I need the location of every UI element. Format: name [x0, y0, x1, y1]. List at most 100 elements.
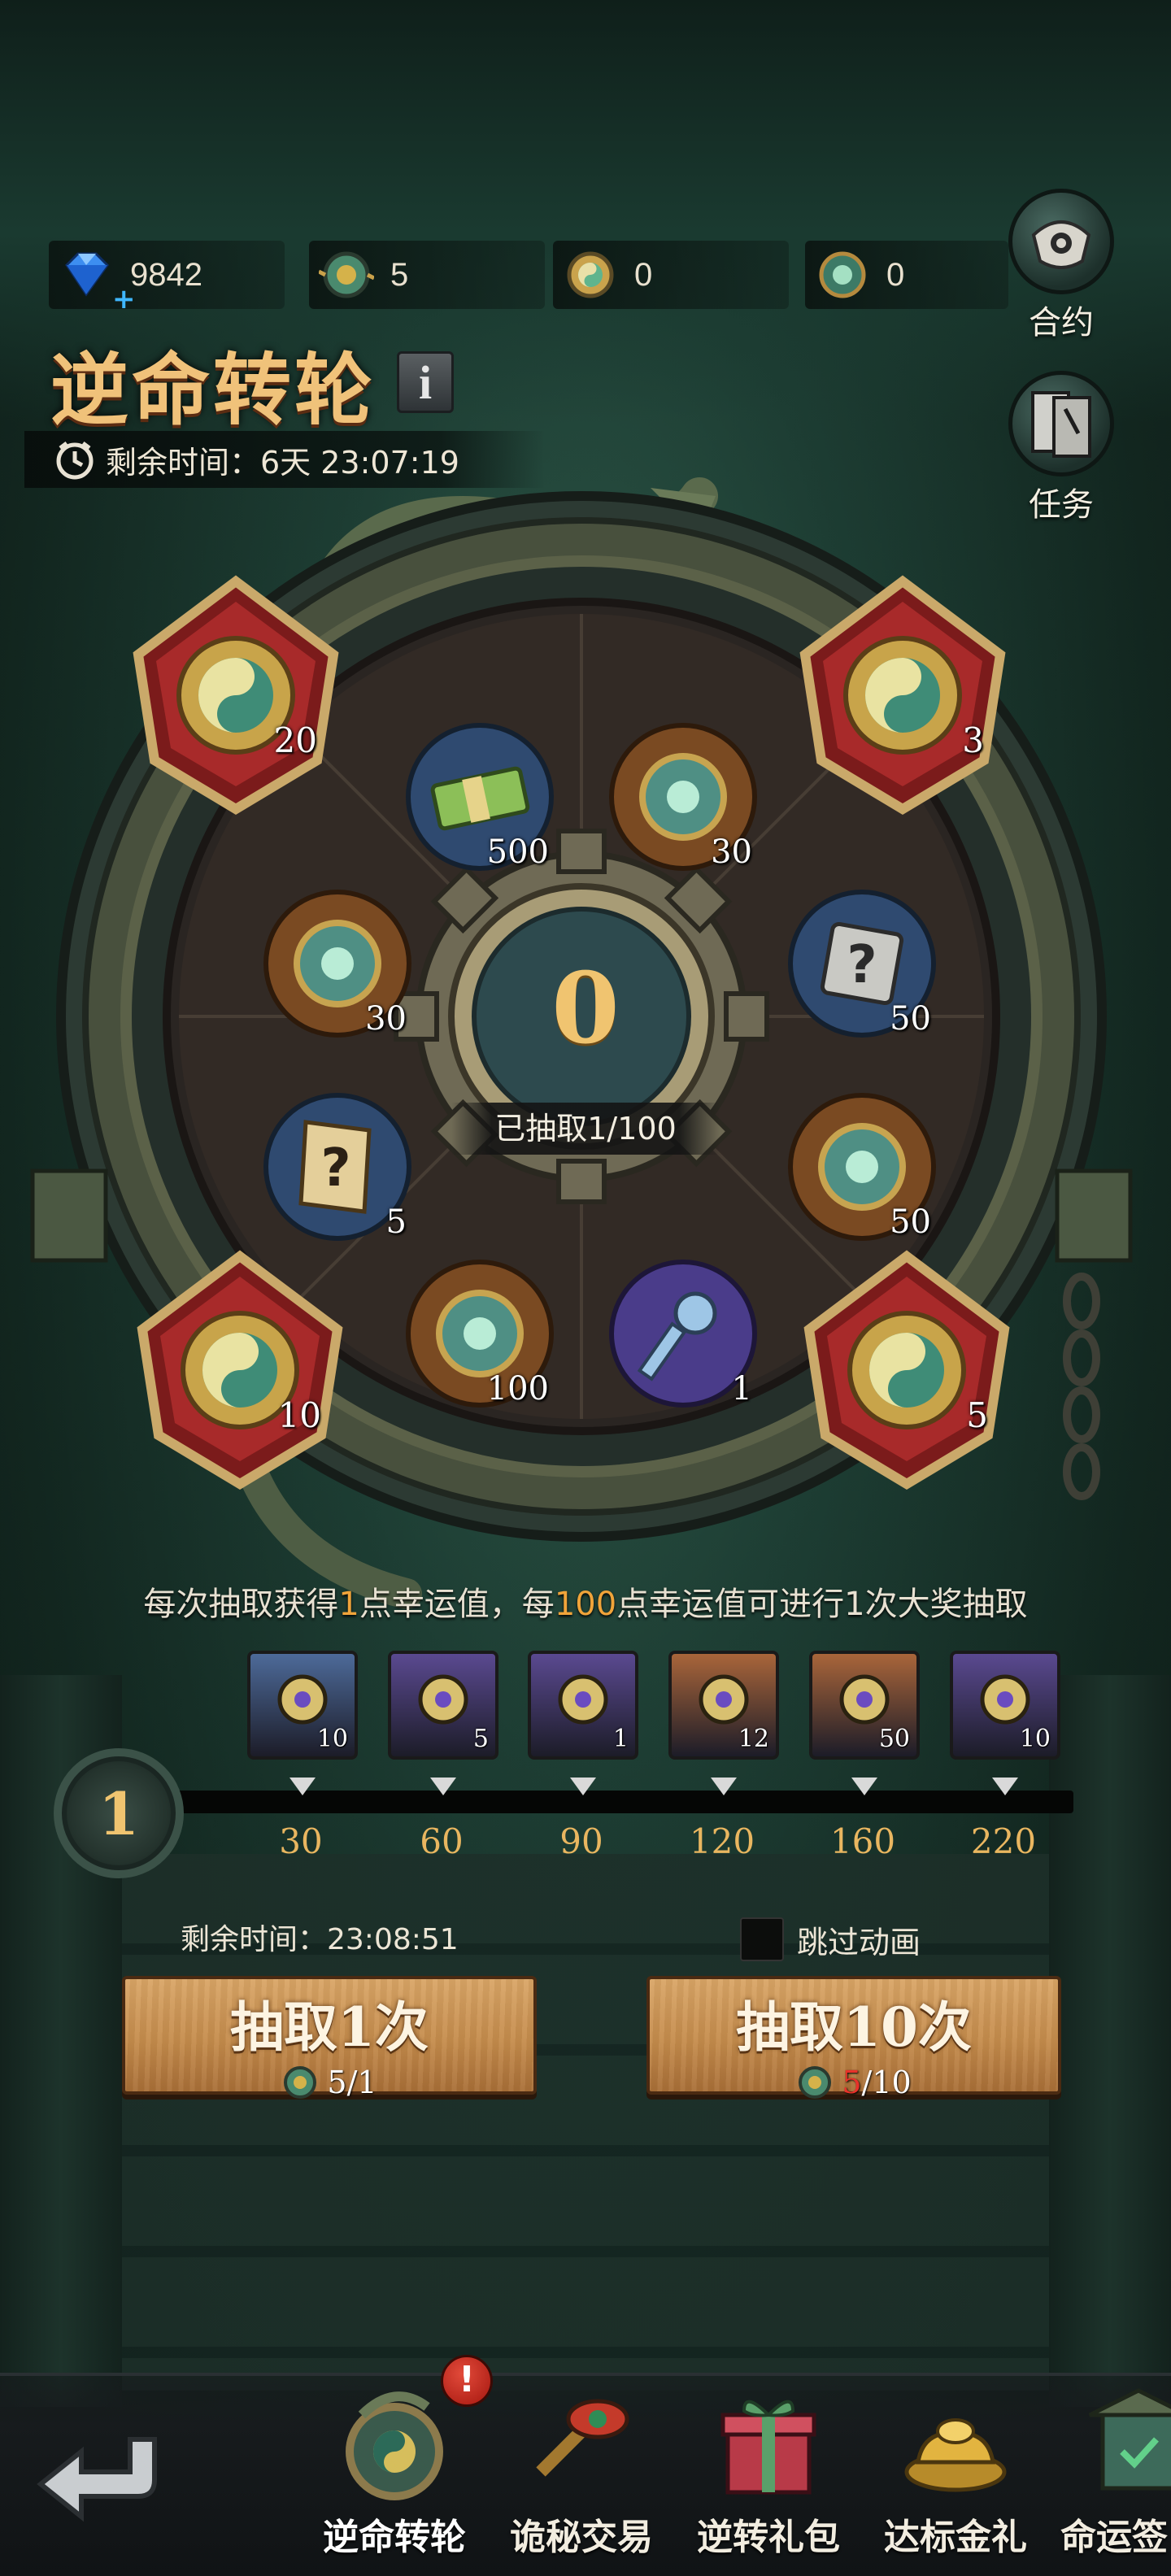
cost-required: /10 [861, 2065, 912, 2100]
nav-tab-fate-wheel[interactable]: 逆命转轮 [301, 2382, 488, 2569]
currency-coin[interactable]: 5 [309, 241, 545, 309]
milestone-track [146, 1791, 1073, 1813]
milestone-marker-icon [570, 1778, 596, 1795]
grand-prize-slot: 3 [781, 573, 1025, 817]
draw-ten-cost: 5/10 [650, 2064, 1058, 2101]
contract-button[interactable]: 合约 [1000, 189, 1122, 343]
milestone-reward-mystery-gem-icon[interactable]: 1 [528, 1651, 638, 1760]
draw-ten-button[interactable]: 抽取10次 5/10 [646, 1976, 1061, 2100]
wheel-slot: ? 5 [260, 1090, 415, 1244]
wheel-dragon-icon [346, 2391, 443, 2500]
milestone-reward-gold-key-icon[interactable]: 10 [950, 1651, 1060, 1760]
milestone-threshold: 30 [279, 1821, 323, 1861]
slot-quantity: 30 [711, 833, 752, 871]
rule-text-part: 点幸运值，每 [359, 1586, 555, 1623]
nav-tab-label: 达标金礼 [884, 2517, 1027, 2558]
milestone-reward-quantity: 50 [878, 1725, 910, 1753]
yinyang-token-icon [133, 575, 339, 815]
back-button[interactable] [33, 2407, 179, 2529]
wheel-slot: 30 [260, 886, 415, 1041]
milestone-marker-icon [992, 1778, 1018, 1795]
cost-owned-insufficient: 5 [842, 2065, 862, 2100]
slot-quantity: 30 [365, 1000, 407, 1038]
milestone-reward-purple-dust-icon[interactable]: 12 [668, 1651, 779, 1760]
nav-tab-gold-reward[interactable]: 达标金礼 [862, 2382, 1049, 2569]
fate-lantern-icon [1088, 2388, 1171, 2491]
background-pillar-right [1049, 1675, 1171, 2407]
lucky-point-count: 0 [551, 951, 620, 1066]
eye-scepter-icon [536, 2399, 629, 2477]
milestone-marker-icon [711, 1778, 737, 1795]
yinyang-token-icon [803, 1250, 1010, 1490]
skip-animation-label: 跳过动画 [797, 1924, 921, 1960]
info-button[interactable]: i [397, 351, 454, 413]
yinyang-coin-count: 0 [634, 256, 653, 293]
milestone-threshold: 90 [559, 1821, 603, 1861]
milestone-reward-quantity: 1 [612, 1725, 629, 1753]
contract-icon [1008, 189, 1114, 294]
slot-quantity: 20 [273, 720, 317, 760]
slot-quantity: 100 [486, 1370, 549, 1408]
coin-icon [799, 2066, 832, 2099]
milestone-marker-icon [289, 1778, 316, 1795]
milestone-reward-quantity: 5 [472, 1725, 489, 1753]
contract-label: 合约 [1029, 304, 1094, 342]
milestone-reward-silver-key-icon[interactable]: 10 [247, 1651, 358, 1760]
rule-text-part: 每次抽取获得 [143, 1586, 339, 1623]
nav-tab-fate-lot[interactable]: 命运签 [1057, 2382, 1171, 2569]
rule-text-part: 点幸运值可进行1次大奖抽取 [616, 1586, 1028, 1623]
coin-icon [319, 251, 374, 298]
slot-quantity: 1 [731, 1370, 752, 1408]
skip-animation-toggle[interactable]: 跳过动画 [740, 1916, 921, 1963]
draw-remaining-time: 剩余时间：23:08:51 [181, 1923, 459, 1956]
draw-once-button[interactable]: 抽取1次 5/1 [122, 1976, 537, 2100]
wheel-slot: 1 [606, 1256, 760, 1411]
back-arrow-icon [37, 2437, 157, 2522]
draw-once-label: 抽取1次 [230, 1995, 429, 2059]
diamond-icon [65, 252, 109, 297]
grand-prize-slot: 20 [114, 573, 358, 817]
wheel-slot: ? 50 [785, 886, 939, 1041]
milestone-marker-icon [851, 1778, 877, 1795]
grand-prize-slot: 5 [785, 1248, 1029, 1492]
luck-rule-text: 每次抽取获得1点幸运值，每100点幸运值可进行1次大奖抽取 [0, 1577, 1171, 1625]
grand-prize-slot: 10 [118, 1248, 362, 1492]
wheel-slot: 50 [785, 1090, 939, 1244]
milestone-threshold: 160 [829, 1821, 896, 1861]
slot-quantity: 3 [962, 720, 984, 760]
jade-coin-count: 0 [886, 256, 905, 293]
milestone-reward-gold-key-icon[interactable]: 5 [388, 1651, 498, 1760]
nav-tab-label: 命运签 [1060, 2517, 1168, 2558]
slot-quantity: 500 [486, 833, 549, 871]
draw-progress-text: 已抽取1/100 [451, 1103, 720, 1155]
nav-tab-secret-trade[interactable]: 诡秘交易 [488, 2382, 675, 2569]
rule-highlight: 100 [554, 1586, 617, 1623]
coin-yinyang-icon [567, 251, 614, 298]
diamond-count: 9842 [130, 256, 202, 293]
wheel-slot: 500 [403, 720, 557, 874]
rule-highlight: 1 [338, 1586, 359, 1623]
milestone-reward-golden-bell-icon[interactable]: 50 [809, 1651, 920, 1760]
currency-diamond[interactable]: + 9842 [49, 241, 285, 315]
add-diamond-icon[interactable]: + [112, 283, 136, 315]
nav-tab-reverse-pack[interactable]: 逆转礼包 [675, 2382, 862, 2569]
yinyang-token-icon [137, 1250, 343, 1490]
milestone-marker-icon [430, 1778, 456, 1795]
milestone-reward-quantity: 10 [316, 1725, 348, 1753]
skip-animation-checkbox[interactable] [740, 1917, 784, 1961]
slot-quantity: 5 [966, 1395, 988, 1435]
slot-quantity: 50 [890, 1000, 931, 1038]
luck-level-badge: 1 [54, 1748, 184, 1878]
cost-owned: 5 [327, 2065, 347, 2100]
draw-once-cost: 5/1 [125, 2064, 533, 2101]
slot-quantity: 5 [385, 1203, 407, 1241]
slot-quantity: 50 [890, 1203, 931, 1241]
currency-jade-coin[interactable]: 0 [805, 241, 1008, 309]
background-stairs [0, 1854, 1171, 2391]
currency-yinyang-coin[interactable]: 0 [553, 241, 789, 309]
gold-ingot-icon [904, 2418, 1007, 2492]
milestone-reward-quantity: 10 [1019, 1725, 1051, 1753]
milestone-reward-quantity: 12 [738, 1725, 769, 1753]
svg-text:?: ? [847, 935, 877, 995]
wheel-slot: 100 [403, 1256, 557, 1411]
